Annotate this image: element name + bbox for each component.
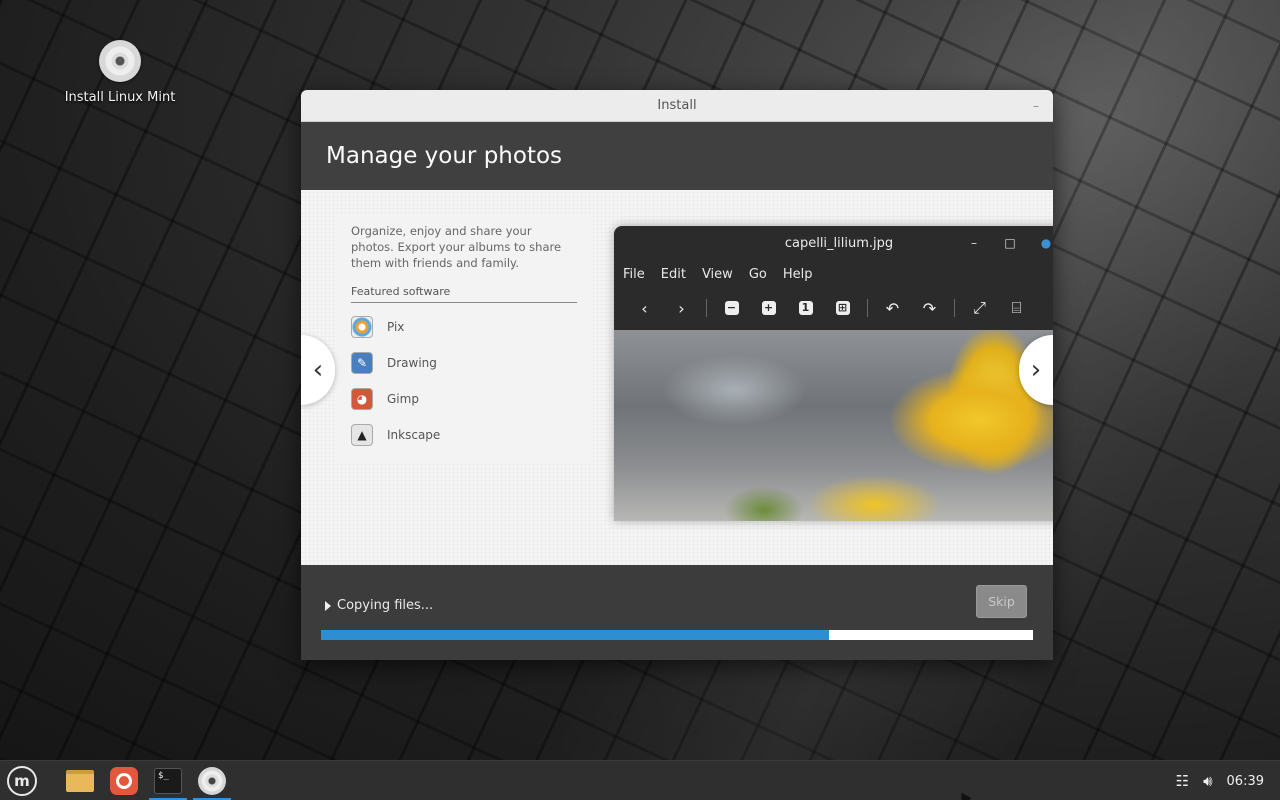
menu-help: Help xyxy=(782,266,813,282)
zoom-fit-icon: ⊞ xyxy=(824,294,861,322)
drawing-icon: ✎ xyxy=(351,352,373,374)
toolbar-separator xyxy=(706,299,707,317)
minimize-icon[interactable]: – xyxy=(1029,99,1043,113)
zoom-out-icon: − xyxy=(713,294,750,322)
list-item: Pix xyxy=(351,309,590,345)
minimize-icon: – xyxy=(971,236,977,250)
previous-slide-button[interactable]: ‹ xyxy=(301,335,335,405)
page-header: Manage your photos xyxy=(301,122,1053,190)
menu-edit: Edit xyxy=(660,266,686,282)
cd-disc-icon xyxy=(198,767,226,795)
cd-disc-icon xyxy=(99,40,141,82)
viewer-menubar: File Edit View Go Help xyxy=(614,260,1053,288)
menu-view: View xyxy=(701,266,733,282)
toolbar-separator xyxy=(867,299,868,317)
network-icon[interactable]: ☷ xyxy=(1176,772,1189,790)
app-name: Inkscape xyxy=(387,428,441,442)
list-item: ✎ Drawing xyxy=(351,345,590,381)
menu-file: File xyxy=(623,266,645,282)
desktop-icon-install-linux-mint[interactable]: Install Linux Mint xyxy=(60,40,180,105)
close-icon: ● xyxy=(1040,236,1052,250)
clock[interactable]: 06:39 xyxy=(1227,774,1264,789)
viewer-titlebar: capelli_lilium.jpg – □ ● xyxy=(614,226,1053,260)
fullscreen-icon: ⤢ xyxy=(973,298,986,317)
volume-icon[interactable]: 🔊︎ xyxy=(1203,772,1212,790)
image-viewer-screenshot: capelli_lilium.jpg – □ ● File Edit View … xyxy=(614,226,1053,521)
list-item: ◕ Gimp xyxy=(351,381,590,417)
system-tray: ☷ 🔊︎ 06:39 xyxy=(1176,761,1264,800)
progress-bar-fill xyxy=(321,630,829,640)
pix-icon xyxy=(351,316,373,338)
expander-triangle-icon xyxy=(325,600,331,611)
installer-taskbar-button[interactable] xyxy=(193,761,231,800)
app-name: Pix xyxy=(387,320,405,334)
progress-footer: Copying files... Skip xyxy=(301,565,1053,660)
slide-info-panel: Organize, enjoy and share your photos. E… xyxy=(337,215,590,463)
window-title: Install xyxy=(657,98,697,113)
installer-window: Install – Manage your photos Organize, e… xyxy=(301,90,1053,660)
inkscape-icon: ▲ xyxy=(351,424,373,446)
window-titlebar[interactable]: Install – xyxy=(301,90,1053,122)
slideshow: Organize, enjoy and share your photos. E… xyxy=(301,190,1053,565)
terminal-icon: $_ xyxy=(154,768,182,794)
forward-icon: › xyxy=(678,298,685,318)
rotate-right-icon: ↷ xyxy=(922,298,937,318)
viewer-window-controls: – □ ● xyxy=(956,226,1053,260)
list-item: ▲ Inkscape xyxy=(351,417,590,453)
app-name: Drawing xyxy=(387,356,437,370)
viewer-title: capelli_lilium.jpg xyxy=(784,235,894,251)
featured-software-label: Featured software xyxy=(351,285,577,303)
status-expander[interactable]: Copying files... xyxy=(325,598,433,613)
featured-apps-list: Pix ✎ Drawing ◕ Gimp ▲ Inkscape xyxy=(351,309,590,453)
page-title: Manage your photos xyxy=(326,143,563,169)
progress-bar xyxy=(321,630,1033,640)
firefox-launcher[interactable] xyxy=(105,761,143,800)
zoom-actual-size-icon: 1 xyxy=(787,294,824,322)
back-icon: ‹ xyxy=(641,298,648,318)
desktop-icon-label: Install Linux Mint xyxy=(64,90,176,105)
zoom-in-icon: + xyxy=(750,294,787,322)
toolbar-separator xyxy=(954,299,955,317)
terminal-launcher[interactable]: $_ xyxy=(149,761,187,800)
menu-go: Go xyxy=(748,266,767,282)
skip-button[interactable]: Skip xyxy=(976,585,1027,618)
app-name: Gimp xyxy=(387,392,419,406)
folder-icon xyxy=(66,770,94,792)
gimp-icon: ◕ xyxy=(351,388,373,410)
linux-mint-menu-icon: m xyxy=(7,766,37,796)
slide-description: Organize, enjoy and share your photos. E… xyxy=(351,224,562,270)
firefox-icon xyxy=(110,767,138,795)
viewer-toolbar: ‹ › − + 1 ⊞ ↶ ↷ ⤢ ⌸ xyxy=(614,288,1053,328)
slideshow-icon: ⌸ xyxy=(1011,298,1022,317)
menu-button[interactable]: m xyxy=(3,761,41,800)
taskbar: m $_ ☷ 🔊︎ 06:39 xyxy=(0,760,1280,800)
rotate-left-icon: ↶ xyxy=(885,298,900,318)
status-text: Copying files... xyxy=(337,598,434,613)
lily-photo xyxy=(614,330,1053,521)
files-launcher[interactable] xyxy=(61,761,99,800)
maximize-icon: □ xyxy=(1004,236,1016,250)
